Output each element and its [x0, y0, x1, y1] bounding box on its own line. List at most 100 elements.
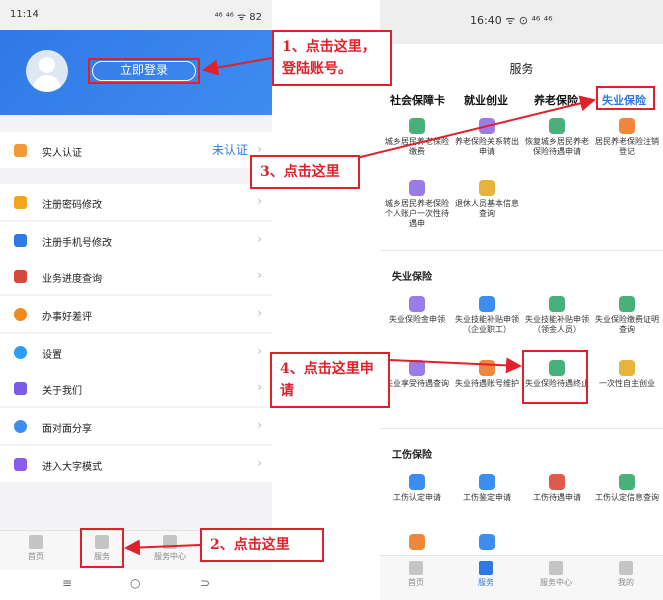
service-item[interactable]: 工伤待遇申请	[524, 474, 590, 503]
chat-icon	[163, 535, 177, 549]
service-icon	[549, 296, 565, 312]
home-circle-icon[interactable]: ○	[130, 576, 140, 590]
status-icons: ⁴⁶ ⁴⁶ ᯤ 82	[214, 12, 262, 23]
service-item[interactable]: 失业待遇账号维护	[454, 360, 520, 389]
row-label: 关于我们	[42, 386, 82, 397]
service-item[interactable]: 居民养老保险注销登记	[594, 118, 660, 157]
service-icon	[479, 360, 495, 376]
service-item[interactable]: 城乡居民养老保险个人账户一次性待遇申	[384, 180, 450, 229]
row-service-rating[interactable]: 办事好差评 ›	[0, 296, 272, 332]
annotation-step-2: 2、点击这里	[200, 528, 324, 562]
system-nav-bar: ≡ ○ ⊃	[0, 570, 272, 600]
avatar[interactable]	[26, 50, 68, 92]
service-icon	[409, 180, 425, 196]
status-bar: 11:14 ⁴⁶ ⁴⁶ ᯤ 82	[0, 0, 272, 30]
highlight-service-tab	[80, 528, 124, 568]
service-icon	[409, 118, 425, 134]
chevron-right-icon: ›	[257, 456, 262, 470]
row-label: 办事好差评	[42, 312, 92, 323]
tab-home[interactable]: 首页	[386, 561, 446, 588]
service-item[interactable]: 失业保险金申领	[384, 296, 450, 325]
hourglass-icon	[14, 270, 27, 283]
home-icon	[409, 561, 423, 575]
highlight-unemployment-tab	[596, 86, 655, 110]
service-item[interactable]: 失业保险缴费证明查询	[594, 296, 660, 335]
service-item[interactable]	[384, 534, 450, 553]
left-phone-screen: 11:14 ⁴⁶ ⁴⁶ ᯤ 82 立即登录 实人认证 未认证 › 注册密码修改 …	[0, 0, 272, 600]
menu-icon[interactable]: ≡	[62, 576, 72, 590]
tab-social-card[interactable]: 社会保障卡	[390, 92, 445, 108]
row-large-font[interactable]: 进入大字模式 ›	[0, 446, 272, 482]
row-label: 注册密码修改	[42, 200, 102, 211]
row-progress-query[interactable]: 业务进度查询 ›	[0, 258, 272, 294]
status-time: 16:40 ᯤ ⊙ ⁴⁶ ⁴⁶	[470, 14, 553, 27]
service-item[interactable]: 工伤鉴定申请	[454, 474, 520, 503]
chevron-right-icon: ›	[257, 380, 262, 394]
grid-icon	[479, 561, 493, 575]
service-item[interactable]: 工伤认定申请	[384, 474, 450, 503]
status-bar: 16:40 ᯤ ⊙ ⁴⁶ ⁴⁶	[380, 0, 663, 44]
section-title-injury: 工伤保险	[392, 450, 432, 461]
flower-icon	[14, 308, 27, 321]
tab-mine[interactable]: 我的	[596, 561, 656, 588]
row-phone-change[interactable]: 注册手机号修改 ›	[0, 222, 272, 258]
row-real-name-auth[interactable]: 实人认证 未认证 ›	[0, 132, 272, 168]
chevron-right-icon: ›	[257, 306, 262, 320]
tab-employment[interactable]: 就业创业	[464, 92, 508, 108]
tab-service[interactable]: 服务	[456, 561, 516, 588]
chevron-right-icon: ›	[257, 194, 262, 208]
row-label: 面对面分享	[42, 424, 92, 435]
service-item[interactable]: 一次性自主创业	[594, 360, 660, 389]
service-item[interactable]: 城乡居民养老保险缴费	[384, 118, 450, 157]
service-item[interactable]: 恢复城乡居民养老保险待遇申请	[524, 118, 590, 157]
row-about-us[interactable]: 关于我们 ›	[0, 370, 272, 406]
lock-icon	[14, 196, 27, 209]
service-item[interactable]: 失业技能补贴申领（领金人员）	[524, 296, 590, 335]
service-item[interactable]: 失业技能补贴申领（企业职工）	[454, 296, 520, 335]
service-icon	[409, 296, 425, 312]
row-label: 业务进度查询	[42, 274, 102, 285]
section-title-unemployment: 失业保险	[392, 272, 432, 283]
service-icon	[479, 296, 495, 312]
service-icon	[409, 534, 425, 550]
page-title: 服务	[509, 62, 534, 76]
bottom-tab-bar: 首页 服务 服务中心 我的	[380, 555, 663, 600]
back-icon[interactable]: ⊃	[200, 576, 210, 590]
annotation-step-1: 1、点击这里，登陆账号。	[272, 30, 392, 86]
service-icon	[619, 474, 635, 490]
service-icon	[619, 118, 635, 134]
info-icon	[14, 382, 27, 395]
service-icon	[479, 180, 495, 196]
chat-icon	[549, 561, 563, 575]
chevron-right-icon: ›	[257, 268, 262, 282]
tab-home[interactable]: 首页	[6, 535, 66, 562]
divider	[380, 250, 663, 251]
chevron-right-icon: ›	[257, 142, 262, 156]
service-icon	[549, 474, 565, 490]
tab-service-center[interactable]: 服务中心	[526, 561, 586, 588]
annotation-step-4: 4、点击这里申请	[270, 352, 390, 408]
phone-icon	[14, 234, 27, 247]
chevron-right-icon: ›	[257, 344, 262, 358]
row-settings[interactable]: 设置 ›	[0, 334, 272, 370]
row-password-change[interactable]: 注册密码修改 ›	[0, 184, 272, 220]
service-item[interactable]: 退休人员基本信息查询	[454, 180, 520, 219]
service-icon	[479, 118, 495, 134]
tab-pension[interactable]: 养老保险	[534, 92, 578, 108]
font-size-icon	[14, 458, 27, 471]
tab-service-center[interactable]: 服务中心	[140, 535, 200, 562]
chevron-right-icon: ›	[257, 232, 262, 246]
service-item[interactable]: 失业享受待遇查询	[384, 360, 450, 389]
annotation-step-3: 3、点击这里	[250, 155, 360, 189]
row-share[interactable]: 面对面分享 ›	[0, 408, 272, 444]
row-label: 进入大字模式	[42, 462, 102, 473]
service-item[interactable]: 工伤认定信息查询	[594, 474, 660, 503]
auth-status: 未认证	[211, 143, 248, 157]
home-icon	[29, 535, 43, 549]
id-card-icon	[14, 144, 27, 157]
service-item[interactable]: 养老保险关系转出申请	[454, 118, 520, 157]
row-label: 设置	[42, 350, 62, 361]
service-icon	[479, 474, 495, 490]
service-item[interactable]	[454, 534, 520, 553]
service-icon	[549, 118, 565, 134]
